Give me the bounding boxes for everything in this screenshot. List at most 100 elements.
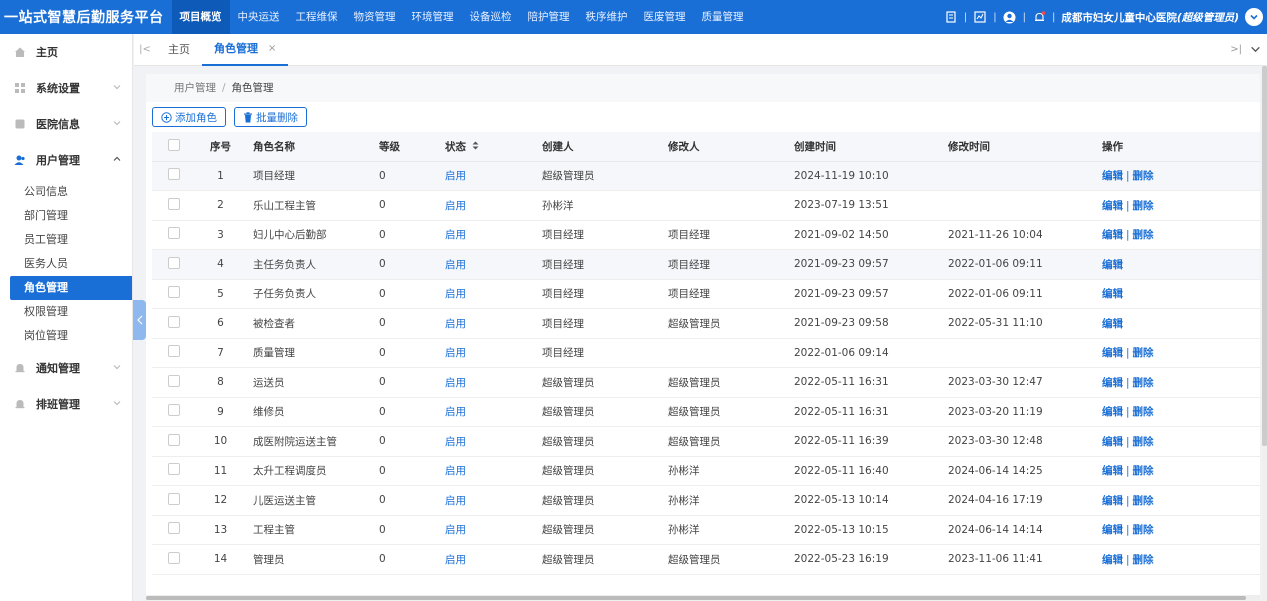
sidebar-item-employee[interactable]: 员工管理 bbox=[0, 228, 132, 252]
batch-delete-button[interactable]: 批量删除 bbox=[234, 107, 307, 127]
chevron-down-icon[interactable] bbox=[1250, 44, 1261, 55]
row-checkbox[interactable] bbox=[168, 315, 180, 328]
cell-status[interactable]: 启用 bbox=[439, 190, 536, 221]
row-checkbox[interactable] bbox=[168, 227, 180, 240]
table-row[interactable]: 6 被检查者 0 启用 项目经理 超级管理员 2021-09-23 09:58 2022-05… bbox=[152, 308, 1260, 339]
topnav-item-medical-waste[interactable]: 医废管理 bbox=[636, 0, 694, 34]
edit-link[interactable]: 编辑 bbox=[1102, 288, 1123, 300]
sidebar-item-company[interactable]: 公司信息 bbox=[0, 180, 132, 204]
sidebar-item-home[interactable]: 主页 bbox=[0, 34, 132, 70]
topnav-item-inspection[interactable]: 设备巡检 bbox=[462, 0, 520, 34]
cell-status[interactable]: 启用 bbox=[439, 249, 536, 280]
topnav-item-order[interactable]: 秩序维护 bbox=[578, 0, 636, 34]
cell-status[interactable]: 启用 bbox=[439, 308, 536, 339]
edit-link[interactable]: 编辑 bbox=[1102, 229, 1123, 241]
table-row[interactable]: 10 成医附院运送主管 0 启用 超级管理员 超级管理员 2022-05-11 16:39 2… bbox=[152, 426, 1260, 457]
delete-link[interactable]: 删除 bbox=[1133, 377, 1154, 389]
cell-status[interactable]: 启用 bbox=[439, 397, 536, 427]
cell-status[interactable]: 启用 bbox=[439, 367, 536, 398]
row-checkbox[interactable] bbox=[168, 433, 180, 446]
cell-status[interactable]: 启用 bbox=[439, 279, 536, 309]
tabs-scroll-right-icon[interactable]: >| bbox=[1230, 44, 1242, 55]
row-checkbox[interactable] bbox=[168, 551, 180, 564]
sidebar-item-department[interactable]: 部门管理 bbox=[0, 204, 132, 228]
delete-link[interactable]: 删除 bbox=[1133, 200, 1154, 212]
cell-status[interactable]: 启用 bbox=[439, 485, 536, 516]
sidebar-item-shift[interactable]: 排班管理 bbox=[0, 386, 132, 422]
sidebar-collapse-handle[interactable] bbox=[133, 300, 146, 340]
sidebar-item-user-management[interactable]: 用户管理 bbox=[0, 142, 132, 178]
topnav-item-transport[interactable]: 中央运送 bbox=[230, 0, 288, 34]
sidebar-item-permission[interactable]: 权限管理 bbox=[0, 300, 132, 324]
tab-home[interactable]: 主页 bbox=[156, 34, 202, 66]
delete-link[interactable]: 删除 bbox=[1133, 170, 1154, 182]
edit-link[interactable]: 编辑 bbox=[1102, 495, 1123, 507]
topnav-item-overview[interactable]: 项目概览 bbox=[171, 0, 230, 34]
edit-link[interactable]: 编辑 bbox=[1102, 465, 1123, 477]
sidebar-item-hospital[interactable]: 医院信息 bbox=[0, 106, 132, 142]
table-row[interactable]: 1 项目经理 0 启用 超级管理员 2024-11-19 10:10 编辑 | 删除 bbox=[152, 161, 1260, 191]
cell-status[interactable]: 启用 bbox=[439, 426, 536, 457]
edit-link[interactable]: 编辑 bbox=[1102, 259, 1123, 271]
cell-status[interactable]: 启用 bbox=[439, 161, 536, 191]
chart-icon[interactable] bbox=[973, 10, 987, 24]
column-header-status[interactable]: 状态 bbox=[439, 132, 536, 162]
cell-status[interactable]: 启用 bbox=[439, 220, 536, 250]
hospital-name[interactable]: 成都市妇女儿童中心医院(超级管理员) bbox=[1061, 10, 1239, 25]
edit-link[interactable]: 编辑 bbox=[1102, 554, 1123, 566]
topnav-item-escort[interactable]: 陪护管理 bbox=[520, 0, 578, 34]
sidebar-item-notice[interactable]: 通知管理 bbox=[0, 350, 132, 386]
select-all-checkbox[interactable] bbox=[168, 138, 180, 151]
table-row[interactable]: 2 乐山工程主管 0 启用 孙彬洋 2023-07-19 13:51 编辑 | 删除 bbox=[152, 190, 1260, 221]
table-row[interactable]: 8 运送员 0 启用 超级管理员 超级管理员 2022-05-11 16:31 2023-03… bbox=[152, 367, 1260, 398]
edit-link[interactable]: 编辑 bbox=[1102, 347, 1123, 359]
delete-link[interactable]: 删除 bbox=[1133, 347, 1154, 359]
bell-icon[interactable] bbox=[1032, 10, 1046, 24]
table-row[interactable]: 12 儿医运送主管 0 启用 超级管理员 孙彬洋 2022-05-13 10:14 2024-… bbox=[152, 485, 1260, 516]
vertical-scrollbar[interactable] bbox=[1262, 66, 1267, 601]
cell-status[interactable]: 启用 bbox=[439, 544, 536, 575]
document-icon[interactable] bbox=[944, 10, 958, 24]
delete-link[interactable]: 删除 bbox=[1133, 524, 1154, 536]
delete-link[interactable]: 删除 bbox=[1133, 436, 1154, 448]
delete-link[interactable]: 删除 bbox=[1133, 229, 1154, 241]
row-checkbox[interactable] bbox=[168, 168, 180, 181]
delete-link[interactable]: 删除 bbox=[1133, 554, 1154, 566]
edit-link[interactable]: 编辑 bbox=[1102, 200, 1123, 212]
row-checkbox[interactable] bbox=[168, 197, 180, 210]
edit-link[interactable]: 编辑 bbox=[1102, 170, 1123, 182]
table-row[interactable]: 5 子任务负责人 0 启用 项目经理 项目经理 2021-09-23 09:57 2022-0… bbox=[152, 279, 1260, 309]
tab-role-management[interactable]: 角色管理 × bbox=[202, 34, 289, 66]
topnav-item-quality[interactable]: 质量管理 bbox=[694, 0, 752, 34]
sidebar-item-role[interactable]: 角色管理 bbox=[10, 276, 132, 300]
add-role-button[interactable]: 添加角色 bbox=[152, 107, 226, 127]
row-checkbox[interactable] bbox=[168, 404, 180, 417]
edit-link[interactable]: 编辑 bbox=[1102, 318, 1123, 330]
sidebar-item-system[interactable]: 系统设置 bbox=[0, 70, 132, 106]
row-checkbox[interactable] bbox=[168, 492, 180, 505]
table-row[interactable]: 4 主任务负责人 0 启用 项目经理 项目经理 2021-09-23 09:57 2022-0… bbox=[152, 249, 1260, 280]
table-row[interactable]: 14 管理员 0 启用 超级管理员 超级管理员 2022-05-23 16:19 2023-1… bbox=[152, 544, 1260, 575]
scrollbar-thumb[interactable] bbox=[1262, 66, 1267, 446]
row-checkbox[interactable] bbox=[168, 463, 180, 476]
row-checkbox[interactable] bbox=[168, 256, 180, 269]
delete-link[interactable]: 删除 bbox=[1133, 406, 1154, 418]
cell-status[interactable]: 启用 bbox=[439, 338, 536, 368]
sidebar-item-medical-staff[interactable]: 医务人员 bbox=[0, 252, 132, 276]
cell-status[interactable]: 启用 bbox=[439, 515, 536, 545]
row-checkbox[interactable] bbox=[168, 374, 180, 387]
table-row[interactable]: 9 维修员 0 启用 超级管理员 超级管理员 2022-05-11 16:31 2023-03… bbox=[152, 397, 1260, 427]
row-checkbox[interactable] bbox=[168, 345, 180, 358]
tabs-scroll-left-icon[interactable]: |< bbox=[134, 44, 156, 55]
row-checkbox[interactable] bbox=[168, 286, 180, 299]
table-row[interactable]: 3 妇儿中心后勤部 0 启用 项目经理 项目经理 2021-09-02 14:50 2021-… bbox=[152, 220, 1260, 250]
scrollbar-thumb[interactable] bbox=[146, 596, 1246, 600]
topnav-item-materials[interactable]: 物资管理 bbox=[346, 0, 404, 34]
delete-link[interactable]: 删除 bbox=[1133, 465, 1154, 477]
edit-link[interactable]: 编辑 bbox=[1102, 377, 1123, 389]
breadcrumb-parent[interactable]: 用户管理 bbox=[174, 82, 216, 94]
table-row[interactable]: 11 太升工程调度员 0 启用 超级管理员 孙彬洋 2022-05-11 16:40 2024… bbox=[152, 456, 1260, 486]
chevron-down-icon[interactable] bbox=[1245, 8, 1263, 26]
topnav-item-environment[interactable]: 环境管理 bbox=[404, 0, 462, 34]
edit-link[interactable]: 编辑 bbox=[1102, 524, 1123, 536]
